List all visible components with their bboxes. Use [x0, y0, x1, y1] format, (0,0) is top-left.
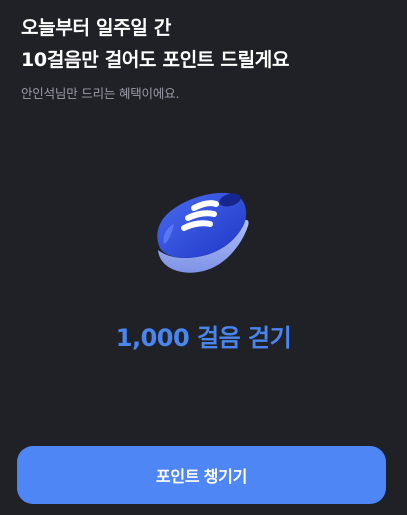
- header: 오늘부터 일주일 간 10걸음만 걸어도 포인트 드릴게요 안인석님만 드리는 …: [21, 12, 391, 103]
- claim-points-button-label: 포인트 챙기기: [155, 469, 248, 486]
- subtitle: 안인석님만 드리는 혜택이에요.: [21, 86, 180, 101]
- step-goal-label: 1,000 걸음 걷기: [115, 324, 292, 352]
- sneaker-icon: [150, 178, 255, 283]
- headline: 오늘부터 일주일 간 10걸음만 걸어도 포인트 드릴게요: [21, 12, 391, 76]
- headline-line-2: 10걸음만 걸어도 포인트 드릴게요: [21, 49, 290, 71]
- headline-line-1: 오늘부터 일주일 간: [21, 17, 172, 39]
- claim-points-button[interactable]: 포인트 챙기기: [17, 446, 386, 504]
